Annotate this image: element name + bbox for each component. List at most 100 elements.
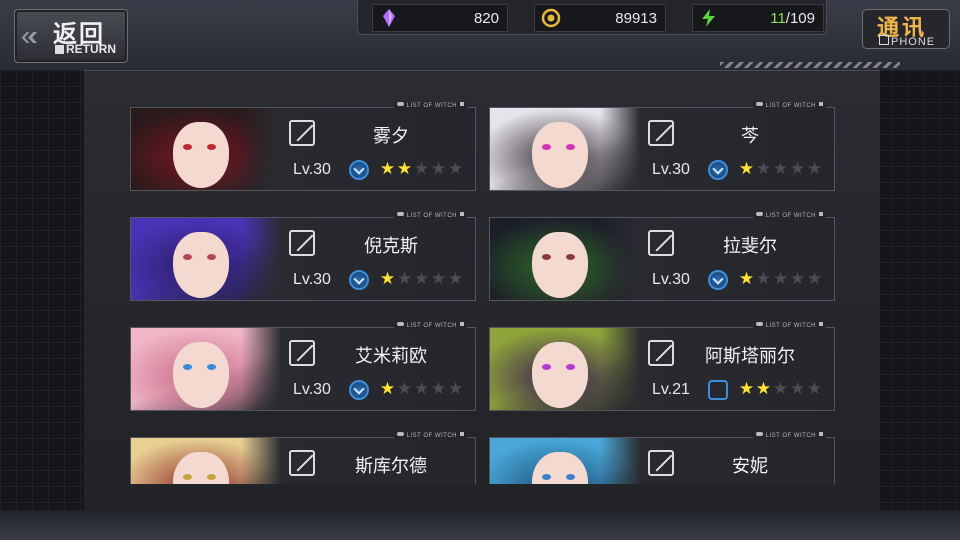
edit-icon[interactable] [648, 340, 674, 366]
list-of-witch-label: LIST OF WITCH [765, 433, 816, 439]
purple-crystal-icon [383, 9, 395, 27]
portrait-eye-left [183, 364, 192, 370]
toggle-icon [396, 212, 404, 216]
portrait-eye-left [183, 144, 192, 150]
star-icon: ★ [755, 159, 772, 178]
witch-list[interactable]: LIST OF WITCH 雾夕 Lv.30 ★ ★ ★ ★ ★ LIST OF WITCH 芩 L… [84, 70, 880, 484]
bottom-strip [0, 510, 960, 540]
witch-card[interactable]: LIST OF WITCH 阿斯塔丽尔 Lv.21 ★ ★ ★ ★ ★ [489, 322, 835, 411]
witch-level: Lv.30 [293, 161, 331, 178]
star-rating: ★ ★ ★ ★ ★ [738, 270, 823, 289]
star-icon: ★ [430, 269, 447, 288]
toggle-icon [396, 432, 404, 436]
star-icon: ★ [806, 379, 823, 398]
edit-icon[interactable] [289, 340, 315, 366]
return-button[interactable]: «‹ 返回 RETURN [14, 9, 128, 63]
witch-level: Lv.30 [293, 381, 331, 398]
witch-name: 斯库尔德 [355, 456, 427, 476]
right-grid-panel [876, 70, 960, 510]
witch-card[interactable]: LIST OF WITCH 斯库尔德 [130, 432, 476, 484]
portrait-fade [241, 328, 281, 410]
square-icon [460, 212, 464, 216]
star-icon: ★ [755, 379, 772, 398]
toggle-icon [755, 322, 763, 326]
crystal-counter[interactable]: 820 [372, 4, 508, 32]
green-energy-icon [702, 9, 715, 27]
square-icon [819, 322, 823, 326]
witch-card[interactable]: LIST OF WITCH 倪克斯 Lv.30 ★ ★ ★ ★ ★ [130, 212, 476, 301]
edit-icon[interactable] [289, 450, 315, 476]
star-icon: ★ [789, 379, 806, 398]
portrait-fade [241, 438, 281, 484]
witch-level: Lv.30 [652, 271, 690, 288]
star-icon: ★ [806, 269, 823, 288]
witch-card[interactable]: LIST OF WITCH 安妮 [489, 432, 835, 484]
back-arrow-icon [55, 45, 64, 54]
list-of-witch-label: LIST OF WITCH [765, 213, 816, 219]
witch-name: 安妮 [732, 456, 768, 476]
energy-current: 11 [770, 10, 786, 27]
list-of-witch-label: LIST OF WITCH [406, 433, 457, 439]
toggle-icon [396, 322, 404, 326]
witch-card[interactable]: LIST OF WITCH 拉斐尔 Lv.30 ★ ★ ★ ★ ★ [489, 212, 835, 301]
star-icon: ★ [738, 269, 755, 288]
witch-name: 雾夕 [373, 126, 409, 146]
square-icon [819, 432, 823, 436]
star-rating: ★ ★ ★ ★ ★ [379, 270, 464, 289]
portrait-eye-left [542, 364, 551, 370]
witch-card[interactable]: LIST OF WITCH 艾米莉欧 Lv.30 ★ ★ ★ ★ ★ [130, 322, 476, 411]
portrait-eye-left [542, 254, 551, 260]
portrait-face [173, 342, 229, 408]
phone-button[interactable]: 通讯 PHONE [862, 9, 950, 49]
portrait-fade [600, 108, 640, 190]
witch-portrait [490, 108, 640, 190]
edit-icon[interactable] [648, 120, 674, 146]
star-icon: ★ [413, 159, 430, 178]
return-label-en: RETURN [55, 42, 116, 56]
portrait-eye-left [542, 474, 551, 480]
portrait-eye-left [542, 144, 551, 150]
square-icon [819, 212, 823, 216]
list-of-witch-label: LIST OF WITCH [765, 103, 816, 109]
list-of-witch-tag: LIST OF WITCH [393, 432, 467, 439]
phone-label-en-text: PHONE [891, 36, 936, 48]
witch-name: 倪克斯 [364, 236, 418, 256]
star-rating: ★ ★ ★ ★ ★ [738, 160, 823, 179]
star-icon: ★ [447, 379, 464, 398]
star-icon: ★ [379, 379, 396, 398]
star-icon: ★ [430, 159, 447, 178]
energy-counter[interactable]: 11/109 [692, 4, 824, 32]
coin-counter[interactable]: 89913 [534, 4, 666, 32]
witch-card[interactable]: LIST OF WITCH 芩 Lv.30 ★ ★ ★ ★ ★ [489, 102, 835, 191]
star-icon: ★ [413, 379, 430, 398]
portrait-face [532, 122, 588, 188]
star-icon: ★ [379, 159, 396, 178]
edit-icon[interactable] [648, 450, 674, 476]
star-icon: ★ [413, 269, 430, 288]
rank-badge-icon [708, 160, 728, 180]
edit-icon[interactable] [289, 230, 315, 256]
portrait-eye-right [566, 254, 575, 260]
coin-value: 89913 [615, 10, 657, 27]
star-icon: ★ [379, 269, 396, 288]
witch-name: 芩 [741, 126, 759, 146]
portrait-eye-left [183, 254, 192, 260]
edit-icon[interactable] [648, 230, 674, 256]
star-icon: ★ [806, 159, 823, 178]
toggle-icon [396, 102, 404, 106]
phone-label-en: PHONE [879, 35, 935, 48]
portrait-eye-right [566, 474, 575, 480]
portrait-eye-right [566, 144, 575, 150]
star-icon: ★ [789, 269, 806, 288]
list-of-witch-label: LIST OF WITCH [406, 103, 457, 109]
star-icon: ★ [772, 269, 789, 288]
portrait-fade [600, 438, 640, 484]
witch-portrait [131, 328, 281, 410]
portrait-eye-right [207, 364, 216, 370]
list-of-witch-label: LIST OF WITCH [765, 323, 816, 329]
edit-icon[interactable] [289, 120, 315, 146]
witch-card[interactable]: LIST OF WITCH 雾夕 Lv.30 ★ ★ ★ ★ ★ [130, 102, 476, 191]
energy-max: /109 [785, 10, 815, 27]
decorative-stripes [720, 62, 900, 68]
rank-badge-icon [349, 270, 369, 290]
